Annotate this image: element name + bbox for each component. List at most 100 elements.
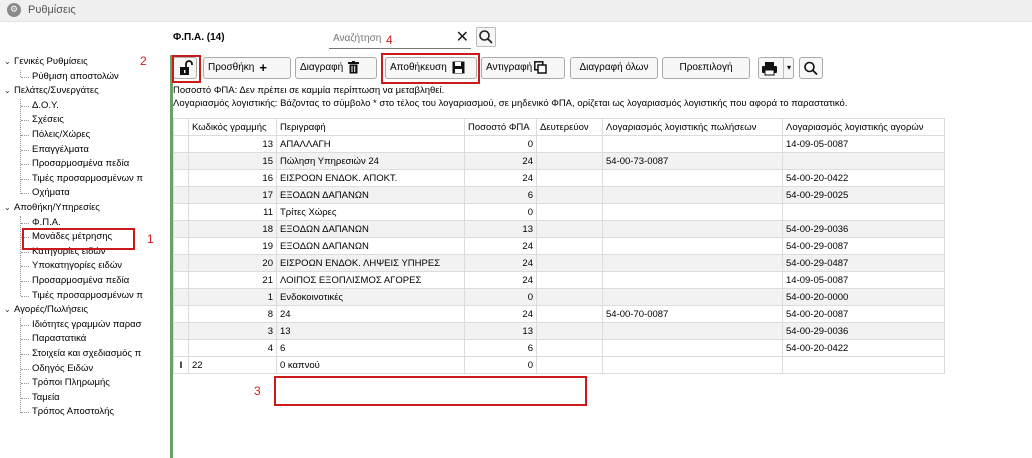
table-cell[interactable]: 24 — [464, 271, 537, 289]
delete-button[interactable]: Διαγραφή — [295, 57, 377, 79]
tree-item[interactable]: Κατηγορίες ειδών — [32, 245, 106, 259]
tree-item[interactable]: Προσαρμοσμένα πεδία — [32, 157, 129, 171]
table-cell[interactable]: 54-00-29-0025 — [782, 186, 945, 204]
table-cell[interactable]: 54-00-70-0087 — [602, 305, 783, 323]
table-cell[interactable] — [602, 186, 783, 204]
table-cell[interactable] — [782, 152, 945, 170]
delete-all-button[interactable]: Διαγραφή όλων — [570, 57, 658, 79]
row-indicator[interactable] — [173, 339, 189, 357]
table-cell[interactable]: 3 — [188, 322, 277, 340]
table-row[interactable]: 18 ΕΞΟΔΩΝ ΔΑΠΑΝΩΝ 13 54-00-29-0036 — [173, 220, 945, 238]
tree-item[interactable]: Επαγγέλματα — [32, 143, 89, 157]
table-row[interactable]: 20 ΕΙΣΡΟΩΝ ΕΝΔΟΚ. ΛΗΨΕΙΣ ΥΠΗΡΕΣ 24 54-00-29… — [173, 254, 945, 272]
clear-search-icon[interactable]: ✕ — [456, 28, 469, 46]
new-row-empty-cell[interactable] — [782, 356, 945, 374]
new-row-code-cell[interactable]: 22 — [188, 356, 277, 374]
table-cell[interactable] — [536, 186, 603, 204]
tree-item[interactable]: Φ.Π.Α. — [32, 216, 61, 230]
row-indicator[interactable] — [173, 220, 189, 238]
tree-item[interactable]: Πόλεις/Χώρες — [32, 128, 90, 142]
edit-cursor-indicator[interactable]: I — [173, 356, 189, 374]
table-cell[interactable] — [536, 254, 603, 272]
table-cell[interactable]: ΕΞΟΔΩΝ ΔΑΠΑΝΩΝ — [276, 220, 465, 238]
table-cell[interactable] — [536, 305, 603, 323]
tree-item[interactable]: Ταμεία — [32, 391, 60, 405]
table-row[interactable]: 19 ΕΞΟΔΩΝ ΔΑΠΑΝΩΝ 24 54-00-29-0087 — [173, 237, 945, 255]
tree-group[interactable]: ⌄ Αγορές/Πωλήσεις — [4, 303, 88, 317]
table-cell[interactable] — [602, 271, 783, 289]
tree-group[interactable]: ⌄ Γενικές Ρυθμίσεις — [4, 55, 88, 69]
column-header[interactable]: Λογαριασμός λογιστικής πωλήσεων — [602, 118, 783, 136]
new-row-empty-cell[interactable] — [536, 356, 603, 374]
table-cell[interactable]: Ενδοκοινοτικές — [276, 288, 465, 306]
tree-item[interactable]: Ρύθμιση αποστολών — [32, 70, 119, 84]
table-cell[interactable] — [536, 288, 603, 306]
column-header[interactable]: Δευτερεύον — [536, 118, 603, 136]
table-cell[interactable]: 13 — [188, 135, 277, 153]
chevron-down-icon[interactable]: ⌄ — [4, 84, 14, 98]
table-cell[interactable]: 20 — [188, 254, 277, 272]
chevron-down-icon[interactable]: ⌄ — [4, 55, 14, 69]
table-cell[interactable] — [536, 220, 603, 238]
lock-button[interactable] — [173, 57, 197, 79]
table-cell[interactable]: 54-00-29-0036 — [782, 322, 945, 340]
tree-item[interactable]: Σχέσεις — [32, 113, 64, 127]
row-indicator[interactable] — [173, 169, 189, 187]
table-cell[interactable] — [602, 203, 783, 221]
table-cell[interactable]: 54-00-20-0422 — [782, 339, 945, 357]
table-cell[interactable] — [536, 169, 603, 187]
table-cell[interactable] — [602, 135, 783, 153]
tree-item[interactable]: Μονάδες μέτρησης — [32, 230, 112, 244]
table-cell[interactable]: 13 — [464, 220, 537, 238]
tree-item[interactable]: Τιμές προσαρμοσμένων π — [32, 172, 143, 186]
row-indicator[interactable] — [173, 271, 189, 289]
table-row[interactable]: 1 Ενδοκοινοτικές 0 54-00-20-0000 — [173, 288, 945, 306]
table-cell[interactable]: ΕΞΟΔΩΝ ΔΑΠΑΝΩΝ — [276, 186, 465, 204]
table-cell[interactable]: 19 — [188, 237, 277, 255]
table-cell[interactable] — [536, 203, 603, 221]
table-row[interactable]: 4 6 6 54-00-20-0422 — [173, 339, 945, 357]
table-row[interactable]: 15 Πώληση Υπηρεσιών 24 24 54-00-73-0087 — [173, 152, 945, 170]
row-indicator[interactable] — [173, 203, 189, 221]
table-cell[interactable]: ΛΟΙΠΟΣ ΕΞΟΠΛΙΣΜΟΣ ΑΓΟΡΕΣ — [276, 271, 465, 289]
save-button[interactable]: Αποθήκευση — [385, 57, 477, 79]
table-cell[interactable] — [782, 203, 945, 221]
table-row[interactable]: 16 ΕΙΣΡΟΩΝ ΕΝΔΟΚ. ΑΠΟΚΤ. 24 54-00-20-0422 — [173, 169, 945, 187]
table-cell[interactable]: 13 — [276, 322, 465, 340]
table-row[interactable]: 11 Τρίτες Χώρες 0 — [173, 203, 945, 221]
table-cell[interactable]: ΑΠΑΛΛΑΓΗ — [276, 135, 465, 153]
table-cell[interactable]: ΕΞΟΔΩΝ ΔΑΠΑΝΩΝ — [276, 237, 465, 255]
table-cell[interactable] — [602, 169, 783, 187]
new-row[interactable]: I 22 0 καπνού 0 — [173, 356, 945, 374]
table-cell[interactable]: 24 — [276, 305, 465, 323]
table-cell[interactable]: 24 — [464, 254, 537, 272]
table-row[interactable]: 17 ΕΞΟΔΩΝ ΔΑΠΑΝΩΝ 6 54-00-29-0025 — [173, 186, 945, 204]
table-cell[interactable]: 54-00-29-0036 — [782, 220, 945, 238]
table-cell[interactable]: 24 — [464, 169, 537, 187]
table-cell[interactable] — [602, 288, 783, 306]
table-cell[interactable]: 13 — [464, 322, 537, 340]
table-cell[interactable] — [602, 322, 783, 340]
table-cell[interactable] — [536, 339, 603, 357]
row-indicator[interactable] — [173, 288, 189, 306]
tree-item[interactable]: Υποκατηγορίες ειδών — [32, 259, 122, 273]
table-cell[interactable]: 54-00-29-0087 — [782, 237, 945, 255]
new-row-rate-cell[interactable]: 0 — [464, 356, 537, 374]
table-cell[interactable]: 54-00-20-0000 — [782, 288, 945, 306]
tree-group[interactable]: ⌄ Πελάτες/Συνεργάτες — [4, 84, 99, 98]
new-row-description-cell[interactable]: 0 καπνού — [276, 356, 465, 374]
row-indicator[interactable] — [173, 305, 189, 323]
table-cell[interactable]: Πώληση Υπηρεσιών 24 — [276, 152, 465, 170]
table-cell[interactable]: 8 — [188, 305, 277, 323]
new-row-empty-cell[interactable] — [602, 356, 783, 374]
tree-item[interactable]: Τιμές προσαρμοσμένων π — [32, 289, 143, 303]
table-cell[interactable]: 15 — [188, 152, 277, 170]
table-cell[interactable]: 54-00-29-0487 — [782, 254, 945, 272]
row-indicator[interactable] — [173, 186, 189, 204]
copy-button[interactable]: Αντιγραφή — [481, 57, 565, 79]
tree-item[interactable]: Οδηγός Ειδών — [32, 362, 93, 376]
table-cell[interactable]: 24 — [464, 305, 537, 323]
table-cell[interactable]: 21 — [188, 271, 277, 289]
table-cell[interactable]: 18 — [188, 220, 277, 238]
row-indicator[interactable] — [173, 135, 189, 153]
